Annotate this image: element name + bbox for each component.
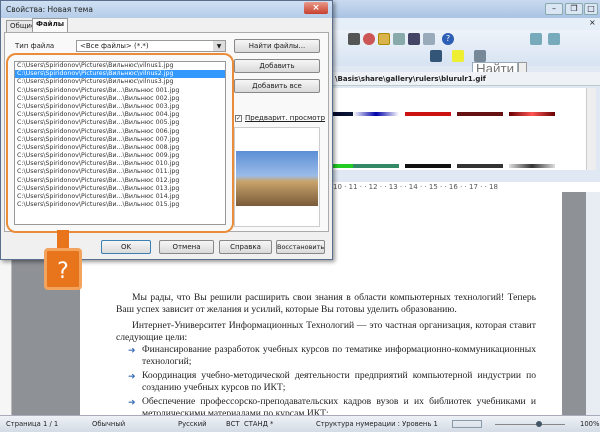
file-type-select[interactable]: <Все файлы> (*.*) ▼ — [76, 40, 226, 52]
restore-button[interactable]: Восстановить — [276, 240, 325, 254]
status-language[interactable]: Русский — [178, 416, 207, 432]
list-item: ➜ Финансирование разработок учебных курсо… — [128, 344, 536, 368]
status-outline: Структура нумерации : Уровень 1 — [316, 420, 438, 428]
ruler-tick: 10 — [333, 183, 342, 191]
font-color-icon[interactable] — [430, 50, 442, 62]
gallery-item[interactable] — [509, 164, 555, 168]
dialog-title: Свойства: Новая тема — [1, 1, 332, 18]
gallery-item[interactable] — [405, 164, 451, 168]
ruler-tick: 14 — [408, 183, 418, 191]
ruler-tick: 15 — [428, 183, 438, 191]
ruler-tick: 16 — [448, 183, 458, 191]
formatting-marks-icon[interactable] — [408, 33, 420, 45]
document-scrollbar[interactable] — [586, 192, 600, 415]
gallery-item[interactable] — [457, 112, 503, 116]
status-zoom[interactable]: 100% — [580, 416, 599, 432]
find-next-icon[interactable] — [548, 33, 560, 45]
preview-label: Предварит. просмотр — [245, 114, 326, 122]
gallery-item[interactable] — [353, 164, 399, 168]
status-selection-mode[interactable]: СТАНД — [244, 416, 268, 432]
find-files-button[interactable]: Найти файлы... — [234, 39, 320, 53]
arrow-bullet-icon: ➜ — [128, 397, 136, 407]
question-callout: ? — [44, 248, 82, 290]
minimize-button[interactable]: – — [545, 3, 563, 15]
ok-button[interactable]: OK — [101, 240, 151, 254]
gallery-item[interactable] — [509, 112, 555, 116]
list-item: ➜ Координация учебно-методической деятель… — [128, 370, 536, 394]
close-document-icon[interactable]: × — [589, 18, 596, 27]
gallery-scrollbar[interactable] — [586, 88, 596, 170]
file-type-label: Тип файла — [15, 42, 55, 50]
view-layout-icons[interactable] — [452, 420, 482, 428]
list-item-text: Финансирование разработок учебных курсов… — [142, 344, 536, 367]
ruler-tick: 11 — [348, 183, 358, 191]
gallery-item[interactable] — [353, 112, 399, 116]
zoom-slider-thumb[interactable] — [536, 421, 542, 427]
preview-image — [236, 151, 318, 206]
find-previous-icon[interactable] — [530, 33, 542, 45]
gallery-path: \Basis\share\gallery\rulers\blurulr1.gif — [333, 72, 600, 86]
chevron-down-icon: ▼ — [213, 41, 225, 51]
cancel-button[interactable]: Отмена — [159, 240, 214, 254]
data-sources-icon[interactable] — [393, 33, 405, 45]
arrow-bullet-icon: ➜ — [128, 371, 136, 381]
file-type-value: <Все файлы> (*.*) — [80, 42, 149, 50]
help-icon[interactable]: ? — [442, 33, 454, 45]
tab-files[interactable]: Файлы — [32, 18, 69, 33]
paragraph: Интернет-Университет Информационных Техн… — [116, 320, 536, 343]
highlight-icon[interactable] — [452, 50, 464, 62]
horizontal-ruler[interactable]: 10 · 11 · · 12 · · 13 · · 14 · · 15 · · … — [333, 182, 600, 192]
background-color-icon[interactable] — [474, 50, 486, 62]
zoom-icon[interactable] — [423, 33, 435, 45]
gallery-item[interactable] — [457, 164, 503, 168]
status-page[interactable]: Страница 1 / 1 — [6, 416, 58, 432]
restore-button[interactable]: □ — [584, 3, 598, 15]
add-all-button[interactable]: Добавить все — [234, 79, 320, 93]
preview-checkbox[interactable]: ✓ — [235, 115, 242, 122]
gallery-panel — [323, 88, 586, 170]
callout-stem — [57, 230, 69, 250]
gallery-icon[interactable] — [378, 33, 390, 45]
navigator-icon[interactable] — [363, 33, 375, 45]
status-bar: Страница 1 / 1 Обычный Русский ВСТ СТАНД… — [0, 415, 600, 432]
paragraph: Мы рады, что Вы решили расширить свои зн… — [116, 292, 536, 315]
add-button[interactable]: Добавить — [234, 59, 320, 73]
status-style[interactable]: Обычный — [92, 416, 125, 432]
help-button[interactable]: Справка — [219, 240, 272, 254]
status-modified: * — [270, 420, 274, 428]
list-item-text: Координация учебно-методической деятельн… — [142, 370, 536, 393]
zoom-slider[interactable] — [495, 424, 565, 425]
arrow-bullet-icon: ➜ — [128, 345, 136, 355]
callout-highlight — [6, 53, 234, 233]
maximize-button[interactable]: ❐ — [565, 3, 583, 15]
ruler-tick: 17 — [468, 183, 478, 191]
ruler-tick: 18 — [489, 183, 498, 191]
ruler-tick: 13 — [388, 183, 398, 191]
dialog-close-button[interactable]: × — [304, 2, 328, 14]
status-insert-mode[interactable]: ВСТ — [226, 416, 240, 432]
find-replace-icon[interactable] — [348, 33, 360, 45]
gallery-item[interactable] — [405, 112, 451, 116]
ruler-tick: 12 — [368, 183, 378, 191]
